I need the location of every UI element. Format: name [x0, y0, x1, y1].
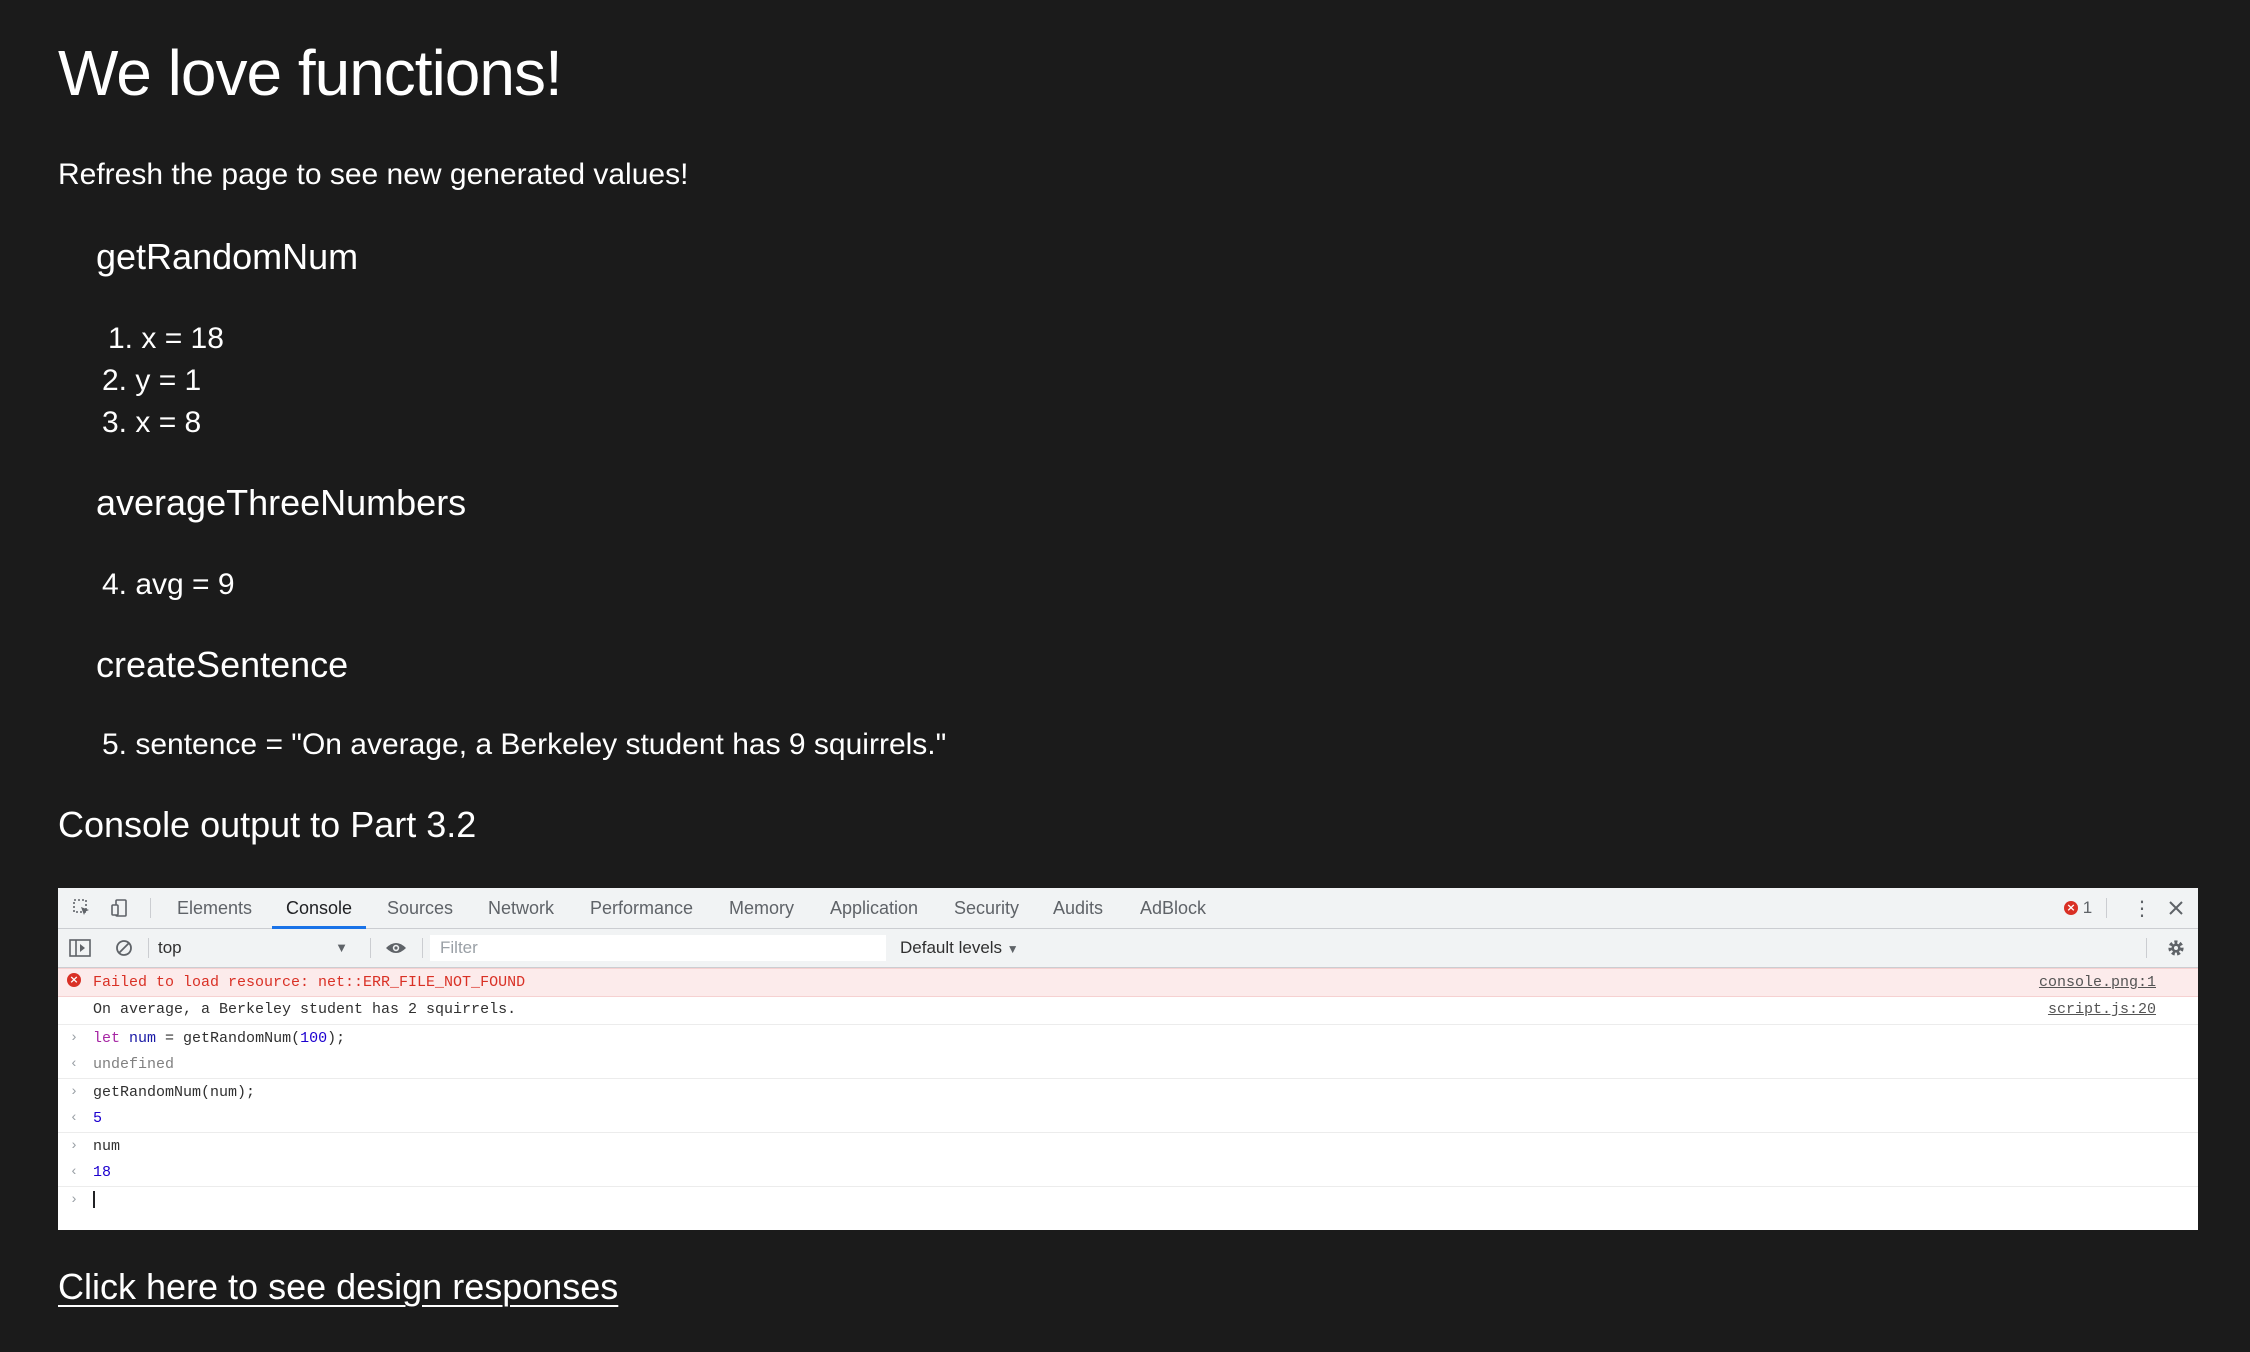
tab-adblock[interactable]: AdBlock — [1140, 888, 1206, 928]
toolbar-divider — [422, 938, 423, 958]
log-levels-label: Default levels — [900, 938, 1003, 957]
design-responses-link[interactable]: Click here to see design responses — [58, 1266, 618, 1308]
tab-network[interactable]: Network — [488, 888, 554, 928]
console-input-row: › let num = getRandomNum(100); — [58, 1024, 2198, 1052]
list-item: 4. avg = 9 — [102, 568, 235, 601]
result-text: 5 — [93, 1110, 103, 1127]
console-text-cursor — [93, 1187, 95, 1214]
console-output-heading: Console output to Part 3.2 — [58, 804, 477, 845]
command-text: getRandomNum(num); — [93, 1084, 256, 1101]
input-prompt-icon: › — [69, 1138, 79, 1154]
input-prompt-icon: › — [69, 1192, 79, 1208]
tab-audits[interactable]: Audits — [1053, 888, 1103, 928]
inspect-element-icon[interactable] — [70, 896, 94, 920]
more-options-icon[interactable]: ⋮ — [2130, 896, 2154, 920]
input-prompt-icon: › — [69, 1030, 79, 1046]
tab-sources[interactable]: Sources — [387, 888, 453, 928]
console-result-row: ‹ 18 — [58, 1159, 2198, 1186]
list-item: 2. y = 1 — [102, 364, 202, 397]
command-text: let num = getRandomNum(100); — [93, 1030, 346, 1047]
context-value: top — [158, 938, 182, 957]
devtools-tabbar: Elements Console Sources Network Perform… — [58, 888, 2198, 929]
console-log-row: On average, a Berkeley student has 2 squ… — [58, 996, 2198, 1023]
result-arrow-icon: ‹ — [69, 1110, 79, 1126]
log-levels-dropdown[interactable]: Default levels ▼ — [900, 936, 1019, 960]
console-toolbar: top ▼ Default levels ▼ — [58, 929, 2198, 968]
tab-performance[interactable]: Performance — [590, 888, 693, 928]
dropdown-arrow-icon: ▼ — [1006, 942, 1019, 956]
clear-console-icon[interactable] — [112, 936, 136, 960]
console-messages: × Failed to load resource: net::ERR_FILE… — [58, 968, 2198, 1230]
tab-memory[interactable]: Memory — [729, 888, 794, 928]
console-result-row: ‹ 5 — [58, 1105, 2198, 1132]
devtools-screenshot: Elements Console Sources Network Perform… — [58, 888, 2198, 1230]
page-title: We love functions! — [58, 37, 563, 109]
section-heading-getrandomnum: getRandomNum — [96, 236, 359, 277]
console-input-row: › getRandomNum(num); — [58, 1078, 2198, 1106]
refresh-hint: Refresh the page to see new generated va… — [58, 158, 689, 191]
toolbar-divider — [370, 938, 371, 958]
tab-security[interactable]: Security — [954, 888, 1019, 928]
context-selector[interactable]: top ▼ — [158, 936, 358, 960]
toolbar-divider — [2106, 898, 2107, 918]
list-item: 1. x = 18 — [108, 322, 224, 355]
dropdown-arrow-icon: ▼ — [335, 940, 348, 955]
toolbar-divider — [148, 938, 149, 958]
result-text: undefined — [93, 1056, 175, 1073]
toolbar-divider — [2146, 938, 2147, 958]
tab-elements[interactable]: Elements — [177, 888, 252, 928]
error-icon: × — [2064, 900, 2078, 915]
section-heading-averagethreenumbers: averageThreeNumbers — [96, 482, 467, 523]
console-filter-input[interactable] — [430, 935, 886, 961]
list-item: 3. x = 8 — [102, 406, 202, 439]
command-text: num — [93, 1138, 121, 1155]
console-result-row: ‹ undefined — [58, 1051, 2198, 1078]
result-arrow-icon: ‹ — [69, 1056, 79, 1072]
console-prompt[interactable]: › — [58, 1186, 2198, 1214]
live-expression-eye-icon[interactable] — [384, 936, 408, 960]
close-icon[interactable] — [2164, 896, 2188, 920]
list-item: 5. sentence = "On average, a Berkeley st… — [102, 728, 947, 761]
input-prompt-icon: › — [69, 1084, 79, 1100]
toolbar-divider — [150, 898, 151, 918]
device-toolbar-icon[interactable] — [108, 896, 132, 920]
error-count-badge[interactable]: × 1 — [2064, 896, 2092, 920]
result-arrow-icon: ‹ — [69, 1164, 79, 1180]
error-message: Failed to load resource: net::ERR_FILE_N… — [93, 974, 526, 991]
sidebar-toggle-icon[interactable] — [68, 936, 92, 960]
log-message: On average, a Berkeley student has 2 squ… — [93, 1001, 517, 1018]
error-icon: × — [66, 969, 82, 996]
section-heading-createsentence: createSentence — [96, 644, 349, 685]
tab-console[interactable]: Console — [271, 888, 367, 929]
error-source-link[interactable]: console.png:1 — [2039, 969, 2156, 996]
console-input-row: › num — [58, 1132, 2198, 1160]
page: We love functions! Refresh the page to s… — [0, 0, 2250, 1352]
console-error-row: × Failed to load resource: net::ERR_FILE… — [58, 968, 2198, 997]
log-source-link[interactable]: script.js:20 — [2048, 996, 2156, 1023]
error-count: 1 — [2082, 898, 2093, 917]
tab-application[interactable]: Application — [830, 888, 918, 928]
result-text: 18 — [93, 1164, 112, 1181]
console-settings-gear-icon[interactable] — [2164, 936, 2188, 960]
